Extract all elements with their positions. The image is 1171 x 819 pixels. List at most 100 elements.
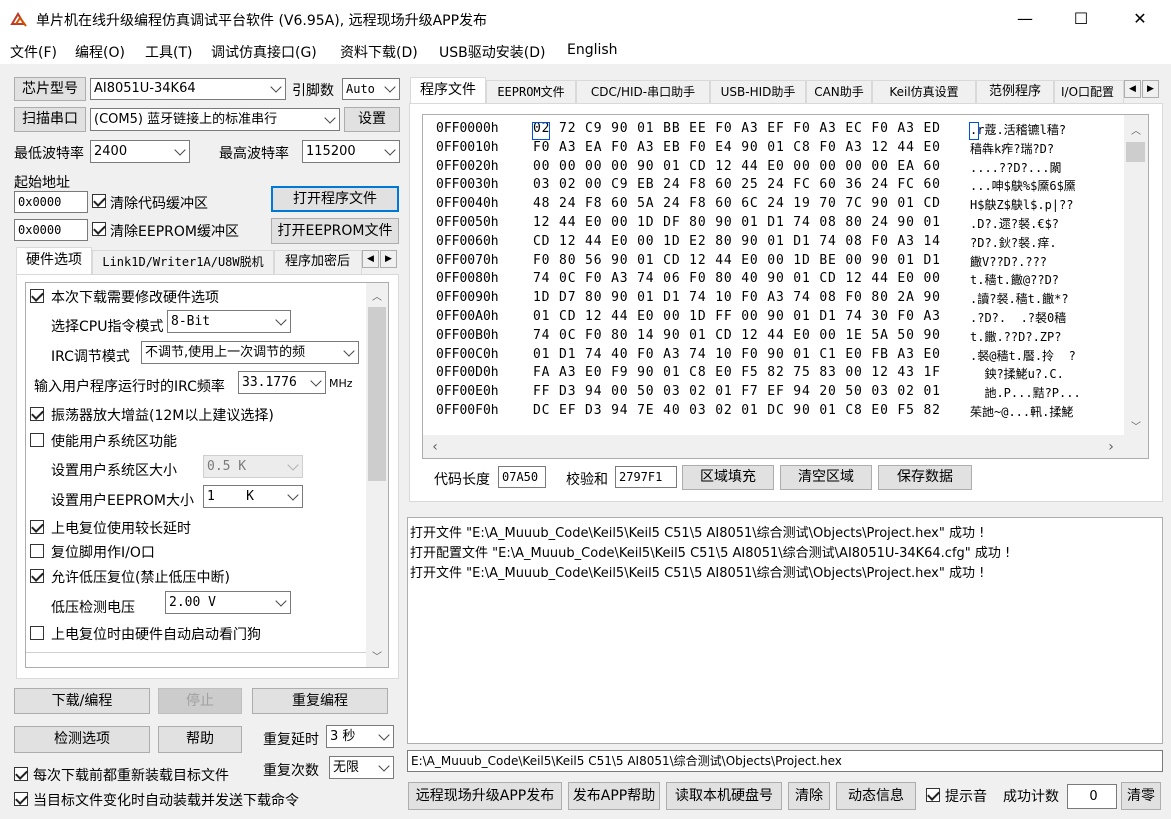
hex-ascii: 訑.P...黠?P...: [970, 386, 1081, 401]
menu-english[interactable]: English: [567, 42, 618, 58]
chip-model-select[interactable]: AI8051U-34K64: [90, 78, 286, 100]
right-tab-scroll-left-icon[interactable]: ◀: [1124, 80, 1141, 98]
file-path-input[interactable]: E:\A_Muuub_Code\Keil5\Keil5 C51\5 AI8051…: [407, 750, 1163, 772]
tab-scroll-left-icon[interactable]: ◀: [362, 250, 379, 268]
reload-checkbox[interactable]: [14, 767, 28, 781]
repeat-delay-label: 重复延时: [263, 732, 319, 748]
code-address-input[interactable]: 0x0000: [14, 191, 88, 213]
tab-can[interactable]: CAN助手: [806, 80, 872, 104]
save-data-button[interactable]: 保存数据: [878, 465, 972, 490]
publish-help-button[interactable]: 发布APP帮助: [568, 782, 660, 810]
open-program-file-button[interactable]: 打开程序文件: [271, 186, 399, 212]
max-baud-label: 最高波特率: [219, 146, 289, 162]
tab-program-encrypt[interactable]: 程序加密后: [274, 250, 362, 274]
reset-count-button[interactable]: 清零: [1121, 782, 1161, 810]
hex-scroll-up-icon[interactable]: ︿: [1124, 122, 1148, 137]
hex-viewer[interactable]: 0FF0000h 02 72 C9 90 01 BB EE F0 A3 EF F0…: [422, 114, 1149, 459]
close-button[interactable]: ✕: [1112, 0, 1168, 38]
menu-tools[interactable]: 工具(T): [145, 42, 192, 62]
low-volt-reset-checkbox[interactable]: [30, 569, 44, 583]
user-sys-size-select[interactable]: 0.5 K: [203, 455, 303, 478]
user-eeprom-label: 设置用户EEPROM大小: [51, 493, 194, 509]
tab-program-file[interactable]: 程序文件: [410, 77, 486, 104]
menu-usb-driver[interactable]: USB驱动安装(D): [439, 42, 545, 62]
min-baud-select[interactable]: 2400: [90, 140, 190, 163]
low-volt-select[interactable]: 2.00 V: [165, 591, 291, 614]
tab-link1d-offline[interactable]: Link1D/Writer1A/U8W脱机: [92, 250, 274, 274]
scroll-thumb[interactable]: [368, 307, 386, 481]
scan-port-button[interactable]: 扫描串口: [14, 107, 86, 132]
irc-mode-value: 不调节,使用上一次调节的频: [145, 345, 306, 360]
reset-io-checkbox[interactable]: [30, 544, 44, 558]
start-address-label: 起始地址: [14, 175, 70, 191]
modify-hw-label: 本次下载需要修改硬件选项: [51, 290, 219, 306]
remote-upgrade-button[interactable]: 远程现场升级APP发布: [408, 782, 562, 810]
hex-scroll-down-icon[interactable]: ﹀: [1124, 418, 1148, 433]
hex-scroll-right-icon[interactable]: ›: [1104, 439, 1118, 455]
hex-address: 0FF00D0h: [436, 365, 499, 381]
clear-eeprom-checkbox[interactable]: [92, 222, 106, 236]
tab-hardware-options[interactable]: 硬件选项: [16, 247, 92, 274]
auto-send-label: 当目标文件变化时自动装载并发送下载命令: [33, 793, 299, 809]
tab-eeprom-file[interactable]: EEPROM文件: [486, 80, 576, 104]
help-button[interactable]: 帮助: [158, 726, 242, 753]
clear-area-button[interactable]: 清空区域: [780, 465, 872, 490]
user-sys-checkbox[interactable]: [30, 433, 44, 447]
minimize-button[interactable]: —: [997, 0, 1053, 38]
hex-scroll-left-icon[interactable]: ‹: [428, 439, 442, 455]
maximize-button[interactable]: ☐: [1053, 0, 1109, 38]
eeprom-address-input[interactable]: 0x0000: [14, 219, 88, 241]
user-eeprom-select[interactable]: 1 K: [203, 485, 303, 508]
area-fill-button[interactable]: 区域填充: [682, 465, 774, 490]
clear-code-checkbox[interactable]: [92, 194, 106, 208]
hex-ascii: 茱訑~@...軐.揉鮱: [970, 405, 1074, 419]
modify-hw-checkbox[interactable]: [30, 289, 44, 303]
long-reset-checkbox[interactable]: [30, 520, 44, 534]
hex-v-scrollbar[interactable]: [1124, 115, 1148, 435]
port-select[interactable]: (COM5) 蓝牙链接上的标准串行: [90, 108, 340, 131]
tab-examples[interactable]: 范例程序: [976, 80, 1054, 104]
min-baud-label: 最低波特率: [14, 146, 84, 162]
open-eeprom-file-button[interactable]: 打开EEPROM文件: [271, 218, 399, 244]
watchdog-checkbox[interactable]: [30, 626, 44, 640]
menu-debug[interactable]: 调试仿真接口(G): [211, 42, 317, 62]
sound-checkbox[interactable]: [926, 788, 940, 802]
port-settings-button[interactable]: 设置: [344, 107, 400, 132]
hex-h-scrollbar[interactable]: [423, 435, 1148, 458]
osc-gain-checkbox[interactable]: [30, 407, 44, 421]
menu-file[interactable]: 文件(F): [10, 42, 57, 62]
auto-send-checkbox[interactable]: [14, 792, 28, 806]
check-options-button[interactable]: 检测选项: [14, 726, 150, 753]
cpu-mode-select[interactable]: 8-Bit: [167, 310, 291, 333]
tab-usb-hid[interactable]: USB-HID助手: [710, 80, 806, 104]
tab-io-config[interactable]: I/O口配置: [1054, 80, 1124, 104]
code-length-label: 代码长度: [434, 472, 490, 488]
irc-freq-input[interactable]: 33.1776: [238, 371, 326, 394]
chip-model-button[interactable]: 芯片型号: [14, 77, 86, 101]
right-tab-scroll-right-icon[interactable]: ▶: [1142, 80, 1159, 98]
max-baud-select[interactable]: 115200: [302, 140, 400, 163]
repeat-count-select[interactable]: 无限: [329, 756, 394, 779]
scroll-down-icon[interactable]: ﹀: [366, 648, 388, 663]
pins-select[interactable]: Auto: [342, 78, 400, 100]
log-output[interactable]: 打开文件 "E:\A_Muuub_Code\Keil5\Keil5 C51\5 …: [407, 517, 1163, 744]
menu-program[interactable]: 编程(O): [75, 42, 125, 62]
menu-download[interactable]: 资料下载(D): [340, 42, 418, 62]
stop-button[interactable]: 停止: [158, 688, 242, 714]
tab-cdc-hid-serial[interactable]: CDC/HID-串口助手: [576, 80, 710, 104]
download-program-button[interactable]: 下载/编程: [14, 688, 150, 714]
tab-scroll-right-icon[interactable]: ▶: [380, 250, 397, 268]
user-eeprom-value: 1 K: [207, 489, 254, 504]
cpu-mode-value: 8-Bit: [171, 314, 211, 329]
irc-freq-label: 输入用户程序运行时的IRC频率: [34, 379, 225, 395]
user-sys-size-value: 0.5 K: [207, 459, 247, 474]
reprogram-button[interactable]: 重复编程: [252, 688, 388, 714]
dynamic-info-button[interactable]: 动态信息: [836, 782, 916, 810]
hex-v-thumb[interactable]: [1126, 142, 1145, 162]
irc-mode-select[interactable]: 不调节,使用上一次调节的频: [141, 341, 359, 364]
read-disk-button[interactable]: 读取本机硬盘号: [666, 782, 782, 810]
repeat-delay-select[interactable]: 3 秒: [326, 725, 394, 748]
scroll-up-icon[interactable]: ︿: [366, 288, 388, 303]
clear-log-button[interactable]: 清除: [788, 782, 830, 810]
tab-keil-settings[interactable]: Keil仿真设置: [872, 80, 976, 104]
